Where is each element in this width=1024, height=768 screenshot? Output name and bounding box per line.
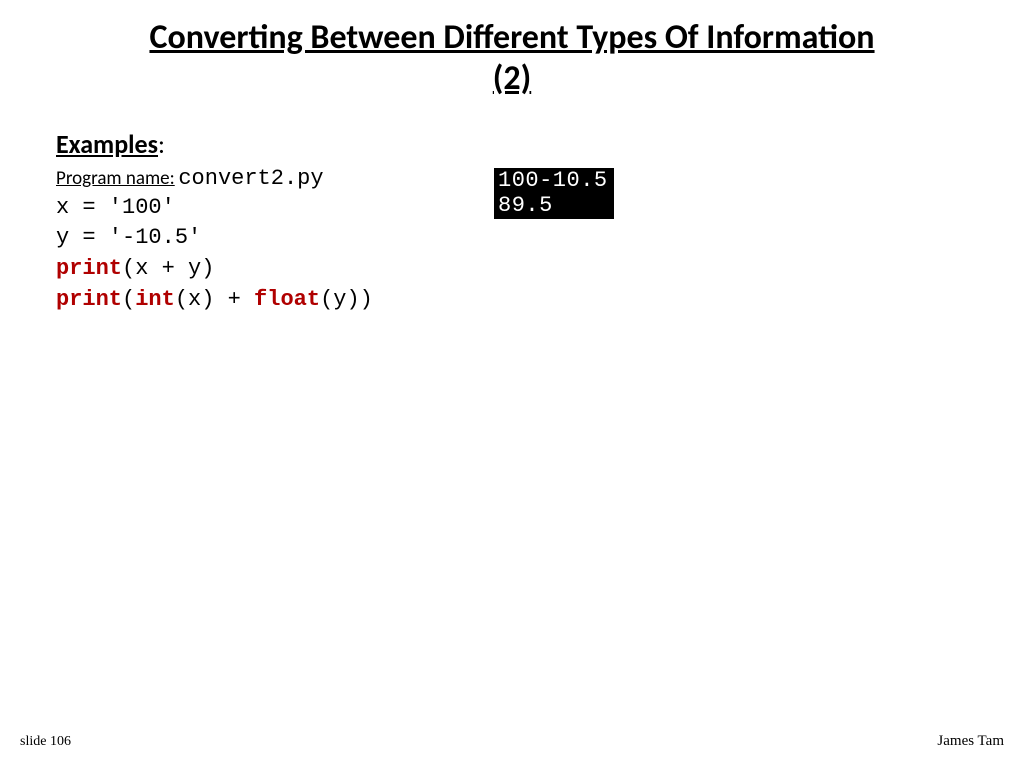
code-l4-open: ( [122,287,135,312]
keyword-int: int [135,287,175,312]
console-output: 100-10.5 89.5 [494,168,614,220]
console-row-2: 89.5 [498,193,608,218]
code-line-1: x = '100' [56,195,175,220]
examples-heading: Examples: [56,128,1024,160]
slide-container: Converting Between Different Types Of In… [0,0,1024,768]
program-name-line: Program name: convert2.py [56,166,456,191]
keyword-float: float [254,287,320,312]
program-label: Program name: [56,167,175,190]
code-line-2: y = '-10.5' [56,225,201,250]
title-line-1: Converting Between Different Types Of In… [149,17,874,58]
examples-label: Examples [56,128,158,160]
code-l3-rest: (x + y) [122,256,214,281]
keyword-print-1: print [56,256,122,281]
author-name: James Tam [937,733,1004,750]
slide-title: Converting Between Different Types Of In… [0,0,1024,100]
code-block: x = '100' y = '-10.5' print(x + y) print… [56,193,456,316]
console-row-1: 100-10.5 [498,168,608,193]
slide-number: slide 106 [20,734,71,750]
program-filename: convert2.py [178,166,323,191]
keyword-print-2: print [56,287,122,312]
code-l4-mid: (x) + [175,287,254,312]
code-line-4: print(int(x) + float(y)) [56,287,373,312]
code-line-3: print(x + y) [56,256,214,281]
title-line-2: (2) [493,58,531,99]
examples-colon: : [158,128,165,160]
content-row: Program name: convert2.py x = '100' y = … [0,166,1024,316]
code-l4-end: (y)) [320,287,373,312]
code-column: Program name: convert2.py x = '100' y = … [56,166,456,316]
